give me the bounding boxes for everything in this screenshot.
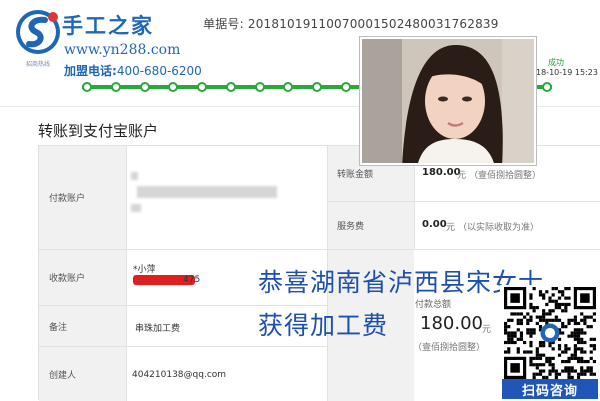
row-divider — [327, 201, 600, 202]
progress-step-dot — [139, 82, 150, 92]
total-words: （壹佰捌拾圆整） — [413, 343, 486, 353]
status-badge: 成功 — [548, 58, 564, 67]
congrats-line-2: 获得加工费 — [258, 311, 389, 340]
payer-account-blurred — [137, 186, 277, 198]
progress-step-dot — [542, 82, 552, 92]
column-divider — [126, 146, 127, 401]
row-divider — [39, 249, 600, 250]
transfer-amount-value: 180.00 — [422, 167, 461, 178]
qr-code-icon[interactable] — [504, 287, 596, 379]
remark-label: 备注 — [39, 306, 126, 346]
progress-step-dot — [340, 82, 351, 92]
portrait-image — [362, 39, 534, 163]
receipt-number: 单据号: 20181019110070001502480031762839 — [203, 15, 499, 32]
payer-account-blurred — [131, 204, 141, 212]
total-amount: 180.00 — [420, 313, 483, 334]
progress-step-dot — [283, 82, 294, 92]
scan-consult-button[interactable]: 扫码咨询 — [502, 379, 598, 399]
total-unit: 元 — [482, 325, 492, 335]
service-fee-value: 0.00 — [422, 219, 447, 230]
qr-panel[interactable]: 扫码咨询 — [500, 285, 600, 400]
logo-caption: 招商热线 — [26, 60, 50, 68]
payer-account-blurred — [131, 172, 138, 180]
brand-name: 手工之家 — [62, 13, 154, 38]
transfer-amount-words: （壹佰捌拾圆整） — [469, 171, 542, 181]
page-title: 转账到支付宝账户 — [38, 122, 159, 140]
phone-label: 加盟电话: — [64, 64, 117, 78]
customer-photo — [360, 37, 536, 165]
payer-label: 付款账户 — [39, 146, 126, 249]
row-divider — [39, 346, 327, 347]
phone-number: 400-680-6200 — [116, 64, 202, 78]
payee-label: 收款账户 — [39, 250, 126, 305]
progress-step-dot — [110, 82, 121, 92]
progress-step-dot — [197, 82, 207, 92]
creator-label: 创建人 — [39, 347, 126, 401]
remark-value: 串珠加工费 — [135, 324, 181, 334]
progress-step-dot — [312, 82, 322, 92]
brand-phone: 加盟电话:400-680-6200 — [64, 62, 202, 79]
progress-step-dot — [225, 82, 236, 92]
transfer-amount-unit: 元 — [457, 171, 467, 181]
service-fee-unit: 元 — [446, 223, 456, 233]
progress-step-dot — [82, 82, 92, 92]
payee-name: *小萍 — [133, 265, 156, 275]
payee-account-tail: 475 — [183, 275, 201, 285]
service-fee-note: （以实际收取为准） — [458, 223, 540, 233]
progress-step-dot — [254, 82, 265, 92]
brand-logo-icon: 招商热线 — [16, 10, 60, 68]
status-time: 18-10-19 15:23 — [536, 68, 598, 77]
receipt-number-label: 单据号: — [203, 17, 244, 31]
creator-value: 404210138@qq.com — [132, 370, 227, 380]
service-fee-label: 服务费 — [327, 202, 414, 249]
receipt-number-value: 20181019110070001502480031762839 — [247, 17, 499, 31]
brand-url[interactable]: www.yn288.com — [64, 42, 180, 58]
progress-step-dot — [168, 82, 179, 92]
